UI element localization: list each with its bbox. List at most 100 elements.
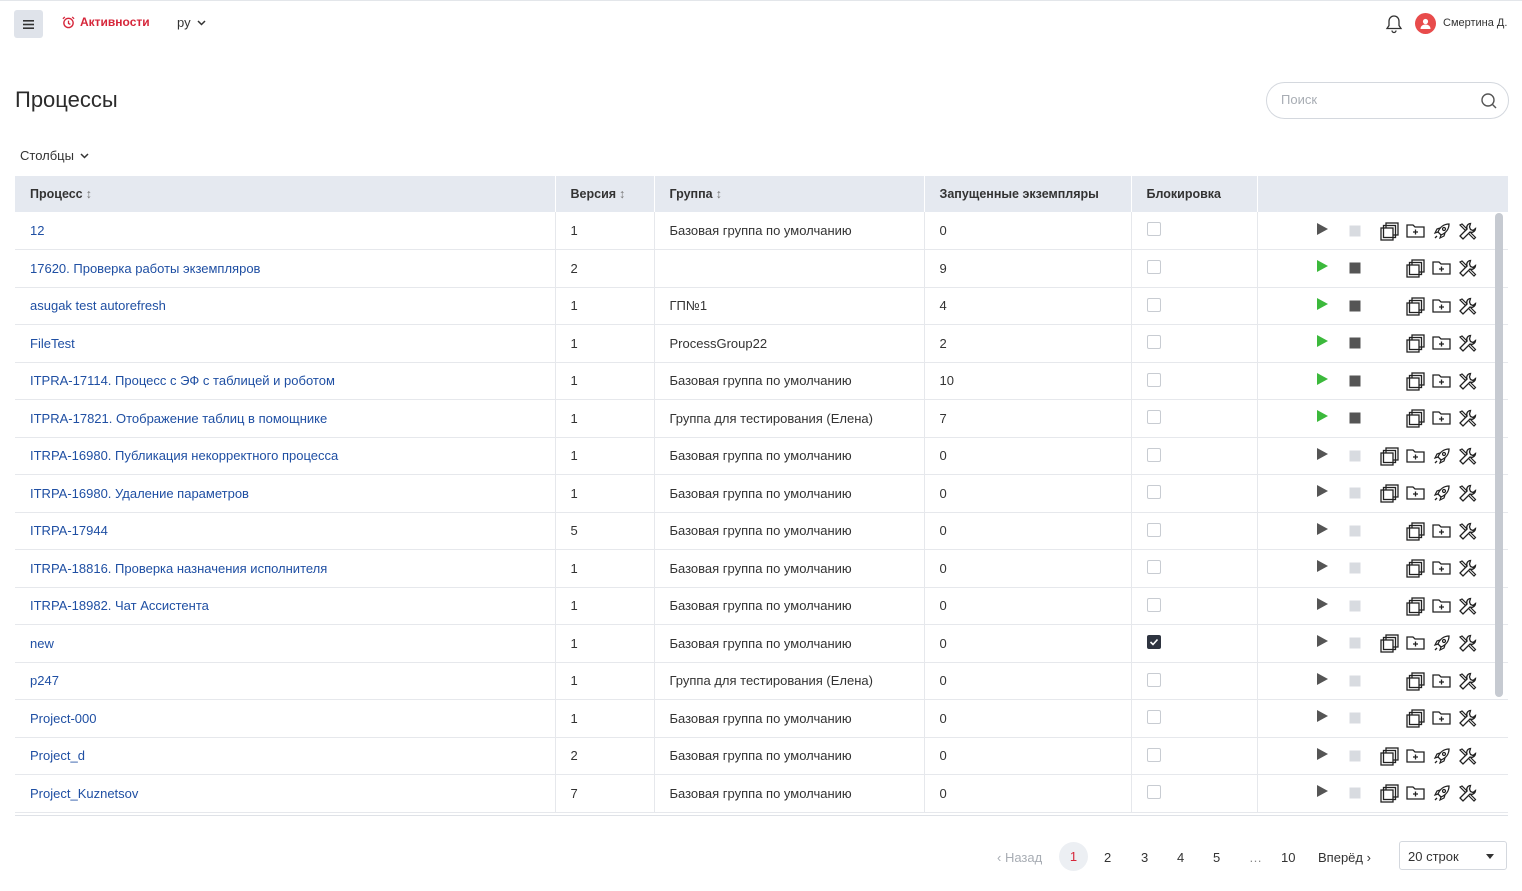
stop-process-icon[interactable]: [1349, 600, 1361, 612]
start-process-icon[interactable]: [1316, 709, 1329, 723]
table-row[interactable]: Project-000 1 Базовая группа по умолчанию 0: [15, 699, 1508, 737]
stop-process-icon[interactable]: [1349, 712, 1361, 724]
add-to-folder-icon[interactable]: [1405, 447, 1425, 464]
blocking-checkbox[interactable]: [1146, 372, 1161, 387]
table-row[interactable]: FileTest 1 ProcessGroup22 2: [15, 324, 1508, 362]
page-button[interactable]: 10: [1281, 850, 1295, 865]
add-to-folder-icon[interactable]: [1431, 672, 1451, 689]
start-process-icon[interactable]: [1316, 747, 1329, 761]
avatar[interactable]: [1415, 13, 1436, 34]
table-row[interactable]: p247 1 Группа для тестирования (Елена) 0: [15, 662, 1508, 700]
process-name-link[interactable]: FileTest: [15, 324, 556, 362]
start-process-icon[interactable]: [1316, 634, 1329, 648]
add-to-folder-icon[interactable]: [1431, 522, 1451, 539]
column-header-version[interactable]: Версия ↕: [555, 176, 655, 212]
start-process-icon[interactable]: [1316, 409, 1329, 423]
rocket-icon[interactable]: [1432, 634, 1451, 653]
tools-icon[interactable]: [1458, 372, 1477, 391]
copy-icon[interactable]: [1379, 221, 1399, 241]
columns-dropdown[interactable]: Столбцы: [20, 148, 89, 163]
copy-icon[interactable]: [1405, 672, 1425, 691]
search-icon[interactable]: [1480, 92, 1498, 115]
copy-icon[interactable]: [1379, 784, 1399, 803]
tools-icon[interactable]: [1458, 334, 1477, 353]
table-row[interactable]: 12 1 Базовая группа по умолчанию 0: [15, 212, 1508, 250]
process-name-link[interactable]: ITPRA-17114. Процесс с ЭФ с таблицей и р…: [15, 362, 556, 400]
rocket-icon[interactable]: [1432, 447, 1451, 466]
add-to-folder-icon[interactable]: [1405, 484, 1425, 501]
copy-icon[interactable]: [1405, 709, 1425, 728]
copy-icon[interactable]: [1379, 747, 1399, 766]
blocking-checkbox[interactable]: [1146, 672, 1161, 687]
next-page-button[interactable]: Вперёд ›: [1318, 850, 1371, 865]
start-process-icon[interactable]: [1316, 784, 1329, 798]
process-name-link[interactable]: ITPRA-17821. Отображение таблиц в помощн…: [15, 399, 556, 437]
stop-process-icon[interactable]: [1349, 525, 1361, 537]
stop-process-icon[interactable]: [1349, 337, 1361, 349]
start-process-icon[interactable]: [1316, 297, 1329, 311]
tools-icon[interactable]: [1458, 447, 1477, 466]
sort-icon[interactable]: ↕: [716, 187, 722, 201]
blocking-checkbox[interactable]: [1146, 485, 1161, 500]
process-name-link[interactable]: ITRPA-18816. Проверка назначения исполни…: [15, 549, 556, 587]
start-process-icon[interactable]: [1316, 222, 1329, 236]
sort-icon[interactable]: ↕: [86, 187, 92, 201]
copy-icon[interactable]: [1405, 522, 1425, 541]
add-to-folder-icon[interactable]: [1431, 409, 1451, 426]
prev-page-button[interactable]: ‹ Назад: [997, 850, 1042, 865]
add-to-folder-icon[interactable]: [1431, 597, 1451, 614]
rows-per-page-select[interactable]: 20 строк: [1399, 841, 1507, 870]
stop-process-icon[interactable]: [1349, 262, 1361, 274]
start-process-icon[interactable]: [1316, 334, 1329, 348]
tools-icon[interactable]: [1458, 709, 1477, 728]
add-to-folder-icon[interactable]: [1431, 259, 1451, 276]
blocking-checkbox[interactable]: [1146, 522, 1161, 537]
language-selector[interactable]: ру: [177, 15, 206, 30]
start-process-icon[interactable]: [1316, 597, 1329, 611]
copy-icon[interactable]: [1405, 372, 1425, 391]
copy-icon[interactable]: [1379, 447, 1399, 466]
start-process-icon[interactable]: [1316, 522, 1329, 536]
table-row[interactable]: ITPRA-17114. Процесс с ЭФ с таблицей и р…: [15, 362, 1508, 400]
page-button[interactable]: 2: [1104, 850, 1111, 865]
activities-link[interactable]: Активности: [62, 15, 150, 29]
tools-icon[interactable]: [1458, 597, 1477, 616]
rocket-icon[interactable]: [1432, 222, 1451, 241]
add-to-folder-icon[interactable]: [1405, 784, 1425, 801]
stop-process-icon[interactable]: [1349, 375, 1361, 387]
table-row[interactable]: ITRPA-17944 5 Базовая группа по умолчанию 0: [15, 512, 1508, 550]
stop-process-icon[interactable]: [1349, 750, 1361, 762]
table-row[interactable]: ITRPA-18816. Проверка назначения исполни…: [15, 549, 1508, 587]
tools-icon[interactable]: [1458, 297, 1477, 316]
add-to-folder-icon[interactable]: [1431, 709, 1451, 726]
blocking-checkbox[interactable]: [1146, 597, 1161, 612]
process-name-link[interactable]: Project_d: [15, 737, 556, 775]
process-name-link[interactable]: Project_Kuznetsov: [15, 774, 556, 812]
search-input[interactable]: [1281, 92, 1471, 107]
start-process-icon[interactable]: [1316, 259, 1329, 273]
process-name-link[interactable]: new: [15, 624, 556, 662]
tools-icon[interactable]: [1458, 259, 1477, 278]
add-to-folder-icon[interactable]: [1405, 634, 1425, 651]
process-name-link[interactable]: Project-000: [15, 699, 556, 737]
blocking-checkbox[interactable]: [1146, 560, 1161, 575]
table-row[interactable]: asugak test autorefresh 1 ГП№1 4: [15, 287, 1508, 325]
stop-process-icon[interactable]: [1349, 675, 1361, 687]
start-process-icon[interactable]: [1316, 372, 1329, 386]
start-process-icon[interactable]: [1316, 484, 1329, 498]
notifications-button[interactable]: [1385, 14, 1403, 39]
blocking-checkbox[interactable]: [1146, 635, 1161, 650]
table-row[interactable]: ITRPA-16980. Публикация некорректного пр…: [15, 437, 1508, 475]
process-name-link[interactable]: ITRPA-17944: [15, 512, 556, 550]
page-button[interactable]: 4: [1177, 850, 1184, 865]
column-header-process[interactable]: Процесс ↕: [15, 176, 556, 212]
stop-process-icon[interactable]: [1349, 562, 1361, 574]
tools-icon[interactable]: [1458, 559, 1477, 578]
sort-icon[interactable]: ↕: [619, 187, 625, 201]
tools-icon[interactable]: [1458, 672, 1477, 691]
user-name[interactable]: Смертина Д.: [1443, 17, 1507, 29]
stop-process-icon[interactable]: [1349, 412, 1361, 424]
blocking-checkbox[interactable]: [1146, 785, 1161, 800]
copy-icon[interactable]: [1379, 484, 1399, 503]
tools-icon[interactable]: [1458, 484, 1477, 503]
